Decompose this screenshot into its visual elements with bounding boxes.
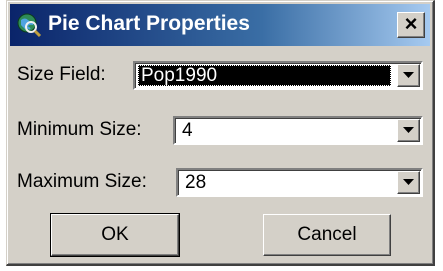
minimum-size-select[interactable]: 4 (173, 116, 423, 145)
title-bar[interactable]: Pie Chart Properties × (10, 4, 430, 46)
chevron-down-icon (403, 127, 414, 133)
size-field-label: Size Field: (17, 64, 106, 85)
size-field-select[interactable]: Pop1990 (133, 61, 423, 90)
close-icon: × (404, 11, 418, 36)
maximum-size-label: Maximum Size: (17, 171, 147, 192)
minimum-size-dropdown-button[interactable] (397, 119, 420, 142)
pie-chart-properties-dialog: Pie Chart Properties × Size Field: Pop19… (6, 0, 435, 266)
globe-magnifier-icon (16, 12, 42, 38)
size-field-dropdown-button[interactable] (397, 64, 420, 87)
size-field-value: Pop1990 (138, 65, 391, 86)
close-button[interactable]: × (397, 12, 425, 38)
ok-button[interactable]: OK (50, 213, 180, 257)
chevron-down-icon (403, 72, 414, 78)
maximum-size-dropdown-button[interactable] (397, 171, 420, 194)
maximum-size-select[interactable]: 28 (176, 168, 423, 197)
maximum-size-value: 28 (185, 172, 207, 193)
cancel-button[interactable]: Cancel (263, 214, 391, 256)
minimum-size-value: 4 (182, 120, 193, 141)
dialog-title: Pie Chart Properties (48, 12, 250, 35)
chevron-down-icon (403, 179, 414, 185)
minimum-size-label: Minimum Size: (17, 119, 142, 140)
